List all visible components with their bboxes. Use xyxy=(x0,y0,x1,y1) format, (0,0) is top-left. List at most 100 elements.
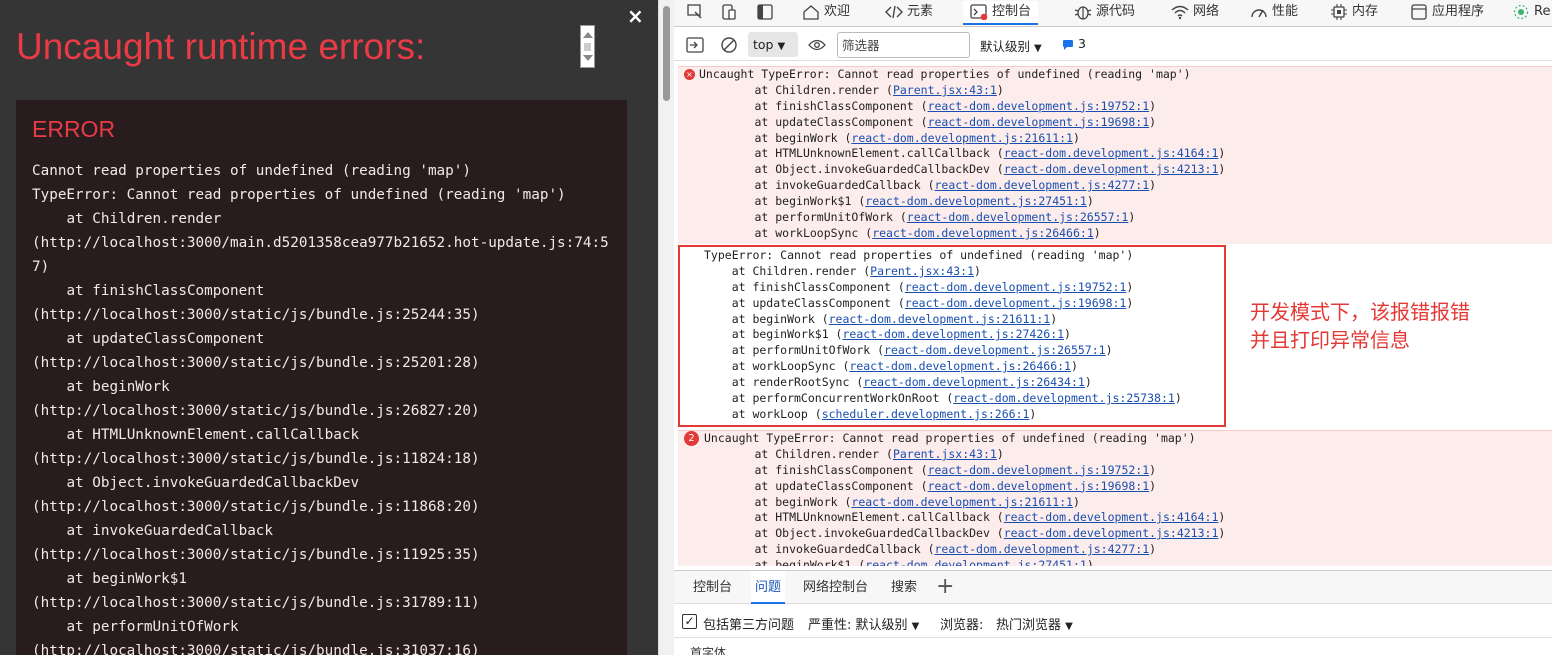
issues-counter[interactable]: 3 xyxy=(1062,36,1086,51)
clear-console-icon[interactable] xyxy=(720,36,738,54)
drawer-tab-issues[interactable]: 问题 xyxy=(751,571,786,604)
eye-icon[interactable] xyxy=(808,38,826,52)
devtools-scrollbar[interactable] xyxy=(658,0,674,655)
issue-icon xyxy=(1063,39,1073,50)
frame-text: at workLoop ( xyxy=(704,406,822,421)
source-link[interactable]: react-dom.development.js:19752:1 xyxy=(928,463,1150,477)
tab-elements[interactable]: 元素 xyxy=(885,1,933,25)
source-link[interactable]: react-dom.development.js:19698:1 xyxy=(905,296,1127,310)
source-link[interactable]: react-dom.development.js:27426:1 xyxy=(842,327,1064,341)
close-icon[interactable]: × xyxy=(627,4,644,28)
source-link[interactable]: react-dom.development.js:27451:1 xyxy=(865,194,1087,208)
scroll-down-icon[interactable] xyxy=(583,55,593,61)
severity-select[interactable]: 严重性: 默认级别 ▼ xyxy=(808,614,919,633)
scroll-thumb[interactable] xyxy=(663,6,670,101)
tab-label: 内存 xyxy=(1352,4,1379,19)
source-link[interactable]: react-dom.development.js:4164:1 xyxy=(1004,510,1219,524)
source-link[interactable]: react-dom.development.js:19698:1 xyxy=(928,479,1150,493)
stack-frame: at Children.render (Parent.jsx:43:1) xyxy=(678,83,1552,99)
error-stack-line: at invokeGuardedCallback xyxy=(32,523,274,539)
tab-console[interactable]: 控制台 xyxy=(963,1,1039,25)
error-stack-line: (http://localhost:3000/static/js/bundle.… xyxy=(32,643,480,655)
error-icon: × xyxy=(684,69,695,80)
scroll-up-icon[interactable] xyxy=(583,32,593,38)
error-stack-line: at Children.render xyxy=(32,211,222,227)
frame-tail: ) xyxy=(1218,146,1226,161)
source-link[interactable]: Parent.jsx:43:1 xyxy=(870,264,974,278)
source-link[interactable]: react-dom.development.js:19752:1 xyxy=(905,280,1127,294)
stack-frame: at updateClassComponent (react-dom.devel… xyxy=(678,479,1552,495)
error-stack-line: at finishClassComponent xyxy=(32,283,265,299)
source-link[interactable]: react-dom.development.js:26466:1 xyxy=(872,226,1094,240)
source-link[interactable]: react-dom.development.js:27451:1 xyxy=(865,558,1087,566)
source-link[interactable]: react-dom.development.js:4213:1 xyxy=(1004,526,1219,540)
scroll-thumb[interactable] xyxy=(584,43,591,51)
tab-sources[interactable]: 源代码 xyxy=(1074,1,1135,25)
error-stack-line: (http://localhost:3000/static/js/bundle.… xyxy=(32,547,480,563)
source-link[interactable]: react-dom.development.js:26434:1 xyxy=(863,375,1085,389)
frame-text: at HTMLUnknownElement.callCallback ( xyxy=(726,510,1004,525)
frame-text: at performConcurrentWorkOnRoot ( xyxy=(704,391,954,406)
frame-tail: ) xyxy=(1064,327,1071,342)
third-party-checkbox[interactable]: ✓ xyxy=(682,614,697,629)
frame-tail: ) xyxy=(1218,162,1226,177)
source-link[interactable]: react-dom.development.js:21611:1 xyxy=(851,495,1073,509)
tab-extension[interactable]: Re xyxy=(1512,1,1550,25)
tab-application[interactable]: 应用程序 xyxy=(1410,1,1484,25)
error-stack-line: at Object.invokeGuardedCallbackDev xyxy=(32,475,360,491)
source-link[interactable]: react-dom.development.js:21611:1 xyxy=(829,312,1051,326)
frame-tail: ) xyxy=(1149,542,1157,557)
stack-frame: at performUnitOfWork (react-dom.developm… xyxy=(678,210,1552,226)
performance-icon xyxy=(1251,8,1267,17)
frame-text: at updateClassComponent ( xyxy=(726,478,928,493)
source-link[interactable]: react-dom.development.js:26557:1 xyxy=(907,210,1129,224)
dock-sidebar-icon[interactable] xyxy=(756,3,774,21)
source-link[interactable]: react-dom.development.js:4164:1 xyxy=(1004,146,1219,160)
sidebar-toggle-icon[interactable] xyxy=(686,37,704,53)
chevron-down-icon: ▼ xyxy=(1065,621,1073,632)
stack-frame: at beginWork (react-dom.development.js:2… xyxy=(704,312,1224,328)
console-error-message: 2 Uncaught TypeError: Cannot read propert… xyxy=(678,430,1552,566)
log-level-select[interactable]: 默认级别 ▼ xyxy=(980,36,1042,55)
drawer-tab-search[interactable]: 搜索 xyxy=(887,571,921,604)
source-link[interactable]: react-dom.development.js:26466:1 xyxy=(849,359,1071,373)
source-link[interactable]: react-dom.development.js:4277:1 xyxy=(935,542,1150,556)
drawer-tab-console[interactable]: 控制台 xyxy=(689,571,736,604)
source-link[interactable]: react-dom.development.js:19752:1 xyxy=(928,99,1150,113)
console-icon xyxy=(970,3,988,20)
source-link[interactable]: scheduler.development.js:266:1 xyxy=(822,407,1030,421)
source-link[interactable]: Parent.jsx:43:1 xyxy=(893,83,997,97)
source-link[interactable]: react-dom.development.js:25738:1 xyxy=(953,391,1175,405)
tab-performance[interactable]: 性能 xyxy=(1250,1,1298,25)
chevron-down-icon: ▼ xyxy=(777,41,786,52)
tab-welcome[interactable]: 欢迎 xyxy=(802,1,850,25)
error-stack-line: (http://localhost:3000/static/js/bundle.… xyxy=(32,451,480,467)
filter-input[interactable] xyxy=(837,32,970,58)
console-log-message: TypeError: Cannot read properties of und… xyxy=(704,248,1224,428)
error-stack-line: Cannot read properties of undefined (rea… xyxy=(32,163,471,179)
source-link[interactable]: Parent.jsx:43:1 xyxy=(893,447,997,461)
browser-select[interactable]: 热门浏览器 ▼ xyxy=(996,614,1073,633)
source-link[interactable]: react-dom.development.js:26557:1 xyxy=(884,343,1106,357)
source-link[interactable]: react-dom.development.js:4277:1 xyxy=(935,178,1150,192)
context-select[interactable]: top ▼ xyxy=(748,32,798,57)
third-party-label: 包括第三方问题 xyxy=(703,618,795,633)
bug-icon xyxy=(1074,5,1092,20)
frame-text: at invokeGuardedCallback ( xyxy=(726,178,935,193)
add-tab-button[interactable]: + xyxy=(936,574,954,600)
frame-text: TypeError: Cannot read properties of und… xyxy=(704,248,1134,262)
memory-icon xyxy=(1331,3,1347,20)
source-link[interactable]: react-dom.development.js:4213:1 xyxy=(1004,162,1219,176)
tab-network[interactable]: 网络 xyxy=(1171,1,1219,25)
frame-text: at HTMLUnknownElement.callCallback ( xyxy=(726,146,1004,161)
device-emulation-icon[interactable] xyxy=(720,3,738,21)
inspect-icon[interactable] xyxy=(686,3,704,21)
source-link[interactable]: react-dom.development.js:21611:1 xyxy=(851,131,1073,145)
source-link[interactable]: react-dom.development.js:19698:1 xyxy=(928,115,1150,129)
tab-memory[interactable]: 内存 xyxy=(1330,1,1378,25)
drawer-tab-network-console[interactable]: 网络控制台 xyxy=(799,571,872,604)
frame-text: at finishClassComponent ( xyxy=(726,462,928,477)
frame-text: at performUnitOfWork ( xyxy=(726,210,907,225)
error-stack-text: Cannot read properties of undefined (rea… xyxy=(32,159,617,655)
overlay-scrollbar[interactable] xyxy=(580,25,595,68)
